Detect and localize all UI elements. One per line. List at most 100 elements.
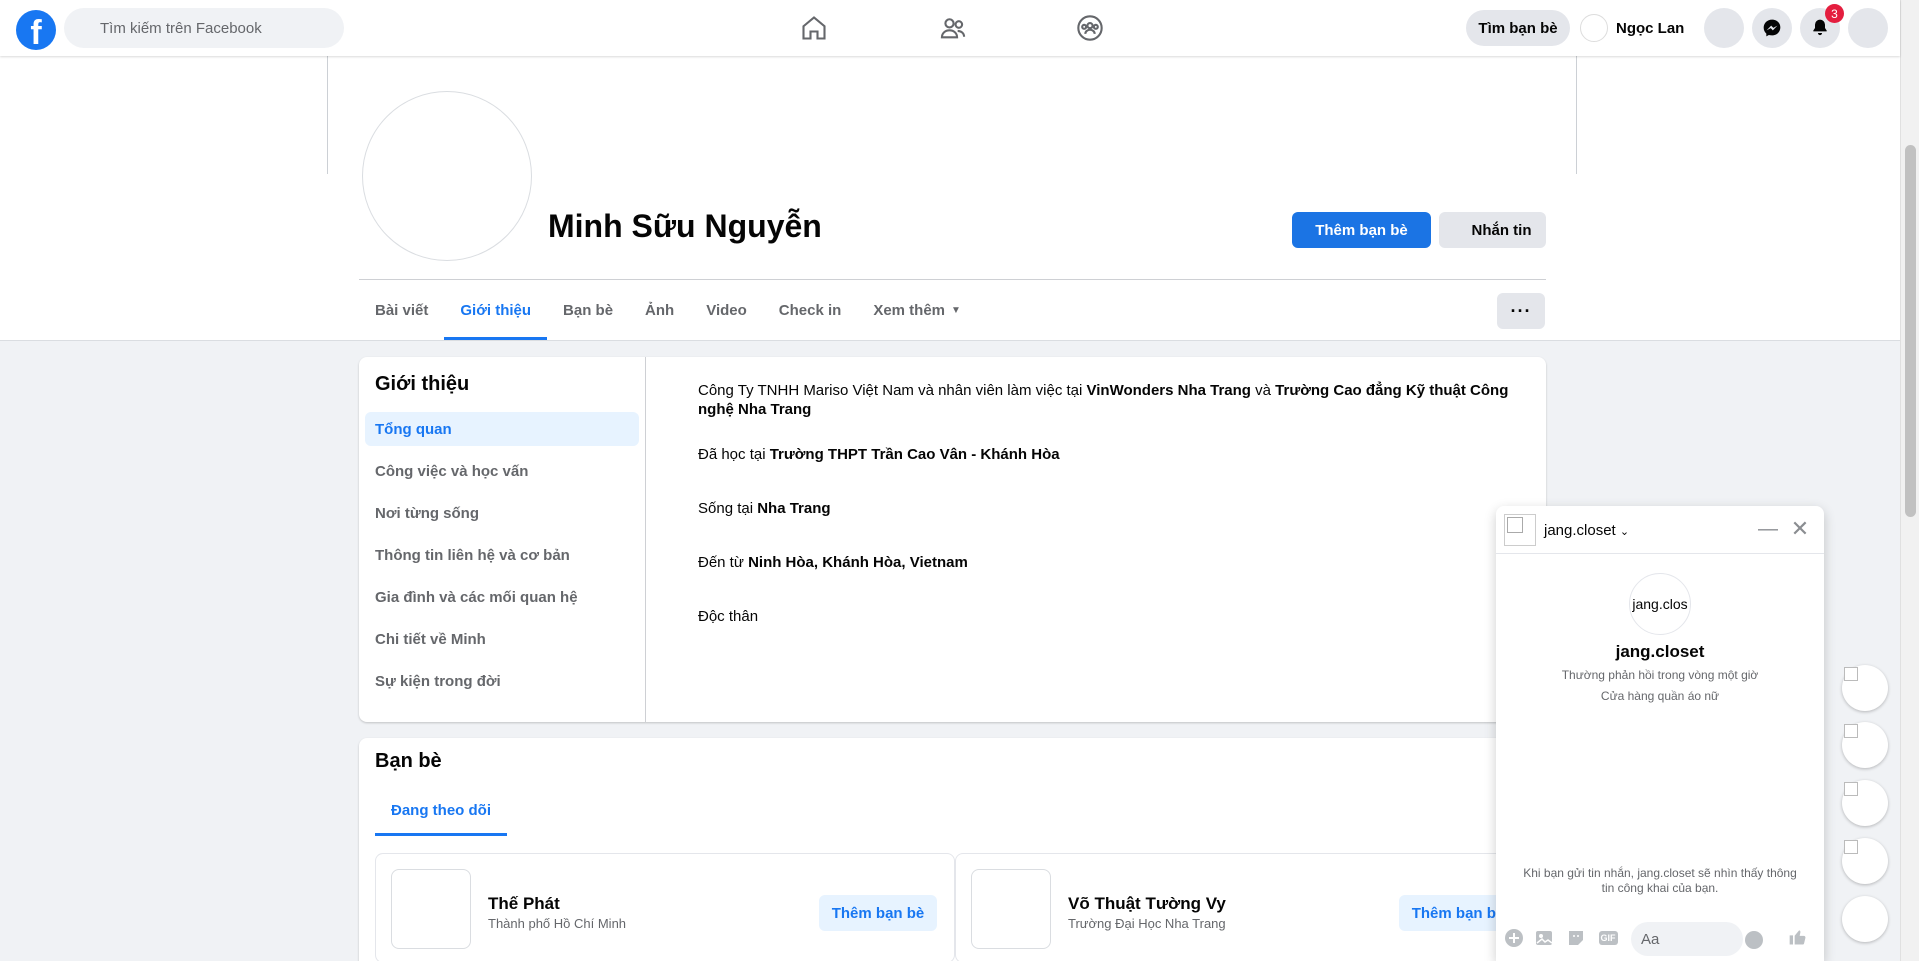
response-time: Thường phản hồi trong vòng một giờ: [1561, 668, 1759, 682]
chevron-down-icon: ⌄: [1619, 526, 1630, 538]
gif-icon[interactable]: GIF: [1598, 928, 1618, 948]
friend-name[interactable]: Võ Thuật Tường Vy: [1068, 894, 1226, 914]
about-nav: Tổng quan Công việc và học vấn Nơi từng …: [365, 412, 639, 706]
profile-header: Minh Sữu Nguyễn Thêm bạn bè Nhắn tin Bài…: [0, 56, 1900, 341]
contact-avatar: [1844, 667, 1858, 681]
find-friends-button[interactable]: Tìm bạn bè: [1466, 10, 1570, 46]
about-title: Giới thiệu: [375, 373, 470, 395]
search-placeholder: Tìm kiếm trên Facebook: [100, 19, 262, 37]
about-sidebar: Giới thiệu Tổng quan Công việc và học vấ…: [359, 357, 646, 722]
tab-friends[interactable]: Bạn bè: [547, 280, 629, 340]
privacy-notice: Khi bạn gửi tin nhắn, jang.closet sẽ nhì…: [1523, 866, 1797, 895]
work-info: Công Ty TNHH Mariso Việt Nam và nhân viê…: [698, 382, 1509, 418]
friend-card[interactable]: Võ Thuật Tường Vy Trường Đại Học Nha Tra…: [955, 853, 1535, 961]
hometown-link[interactable]: Ninh Hòa, Khánh Hòa, Vietnam: [748, 554, 968, 571]
notification-badge: 3: [1825, 4, 1844, 23]
about-nav-details[interactable]: Chi tiết về Minh: [365, 622, 639, 656]
chat-avatar[interactable]: [1504, 514, 1536, 546]
facebook-logo[interactable]: f: [16, 10, 56, 50]
contact-avatar: [1844, 840, 1858, 854]
tab-about[interactable]: Giới thiệu: [444, 280, 547, 340]
chat-window: jang.closet ⌄ — ✕ jang.clos jang.closet …: [1496, 506, 1824, 961]
more-options-button[interactable]: ···: [1497, 293, 1545, 329]
contact-bubble[interactable]: [1842, 780, 1888, 826]
work-place-link[interactable]: VinWonders Nha Trang: [1087, 382, 1251, 399]
avatar: [1580, 14, 1608, 42]
message-input[interactable]: Aa: [1631, 922, 1743, 956]
tab-posts[interactable]: Bài viết: [359, 280, 444, 340]
photo-icon[interactable]: [1534, 928, 1554, 948]
tab-check-in[interactable]: Check in: [763, 280, 858, 340]
friend-location: Thành phố Hồ Chí Minh: [488, 916, 627, 931]
profile-tabs: Bài viết Giới thiệu Bạn bè Ảnh Video Che…: [359, 280, 977, 340]
chat-contact-name: jang.closet: [1615, 642, 1705, 661]
cover-photo-edge: [1576, 56, 1577, 174]
friend-name[interactable]: Thế Phát: [488, 894, 560, 914]
contact-bubble[interactable]: [1842, 722, 1888, 768]
minimize-icon[interactable]: —: [1758, 518, 1778, 540]
hometown-info: Đến từ Ninh Hòa, Khánh Hòa, Vietnam: [698, 554, 968, 571]
account-button[interactable]: [1848, 8, 1888, 48]
city-link[interactable]: Nha Trang: [757, 500, 830, 517]
add-friend-button[interactable]: Thêm bạn bè: [819, 895, 937, 931]
profile-picture[interactable]: [362, 91, 532, 261]
message-button[interactable]: Nhắn tin: [1439, 212, 1546, 248]
notifications-button[interactable]: 3: [1800, 4, 1844, 48]
groups-icon[interactable]: [1070, 10, 1110, 46]
about-nav-family[interactable]: Gia đình và các mối quan hệ: [365, 580, 639, 614]
about-nav-places-lived[interactable]: Nơi từng sống: [365, 496, 639, 530]
messenger-button[interactable]: [1752, 8, 1792, 48]
friend-card[interactable]: Thế Phát Thành phố Hồ Chí Minh Thêm bạn …: [375, 853, 955, 961]
friend-photo[interactable]: [391, 869, 471, 949]
contact-avatar: [1844, 724, 1858, 738]
profile-shortcut[interactable]: Ngọc Lan: [1580, 10, 1684, 46]
like-icon[interactable]: [1788, 927, 1808, 947]
search-input[interactable]: Tìm kiếm trên Facebook: [64, 8, 344, 48]
contact-avatar: [1844, 782, 1858, 796]
page-scrollbar[interactable]: [1900, 0, 1919, 961]
tab-see-more-label: Xem thêm: [873, 301, 946, 319]
about-nav-work-education[interactable]: Công việc và học vấn: [365, 454, 639, 488]
contact-bubble[interactable]: [1842, 665, 1888, 711]
friends-icon[interactable]: [933, 10, 973, 46]
new-message-button[interactable]: [1842, 896, 1888, 942]
cover-photo-edge: [327, 56, 328, 174]
scrollbar-thumb[interactable]: [1905, 145, 1916, 517]
school-link[interactable]: Trường THPT Trần Cao Vân - Khánh Hòa: [770, 446, 1060, 463]
home-icon[interactable]: [794, 10, 834, 46]
friend-photo[interactable]: [971, 869, 1051, 949]
friends-title: Bạn bè: [375, 750, 442, 772]
chat-profile-picture[interactable]: jang.clos: [1629, 573, 1691, 635]
chat-title[interactable]: jang.closet ⌄: [1544, 522, 1629, 539]
education-info: Đã học tại Trường THPT Trần Cao Vân - Kh…: [698, 446, 1060, 463]
close-icon[interactable]: ✕: [1789, 516, 1811, 541]
bell-icon: [1813, 19, 1827, 36]
tab-following[interactable]: Đang theo dõi: [375, 788, 507, 836]
about-card: Giới thiệu Tổng quan Công việc và học vấ…: [359, 357, 1546, 722]
relationship-info: Độc thân: [698, 608, 759, 625]
tab-photos[interactable]: Ảnh: [629, 280, 690, 340]
plus-circle-icon[interactable]: [1504, 928, 1524, 948]
current-city-info: Sống tại Nha Trang: [698, 500, 831, 517]
chat-composer: GIF Aa: [1496, 914, 1824, 961]
caret-down-icon: ▼: [951, 304, 961, 316]
about-nav-contact-info[interactable]: Thông tin liên hệ và cơ bản: [365, 538, 639, 572]
friends-card: Bạn bè Đang theo dõi Thế Phát Thành phố …: [359, 738, 1546, 961]
about-nav-overview[interactable]: Tổng quan: [365, 412, 639, 446]
profile-name: Minh Sữu Nguyễn: [548, 208, 822, 244]
emoji-icon[interactable]: [1745, 931, 1763, 949]
page-category: Cửa hàng quần áo nữ: [1600, 689, 1720, 703]
about-nav-life-events[interactable]: Sự kiện trong đời: [365, 664, 639, 698]
message-placeholder: Aa: [1641, 930, 1660, 948]
chat-header: jang.closet ⌄ — ✕: [1496, 506, 1824, 554]
tab-video[interactable]: Video: [690, 280, 763, 340]
menu-button[interactable]: [1704, 8, 1744, 48]
tab-see-more[interactable]: Xem thêm ▼: [857, 280, 977, 340]
user-name: Ngọc Lan: [1616, 19, 1685, 37]
contact-bubble[interactable]: [1842, 838, 1888, 884]
messenger-icon: [1763, 19, 1781, 37]
top-navigation-bar: f Tìm kiếm trên Facebook Tìm bạn bè Ngọc…: [0, 0, 1900, 56]
add-friend-button[interactable]: Thêm bạn bè: [1292, 212, 1431, 248]
sticker-icon[interactable]: [1566, 928, 1586, 948]
friend-location: Trường Đại Học Nha Trang: [1068, 916, 1226, 931]
